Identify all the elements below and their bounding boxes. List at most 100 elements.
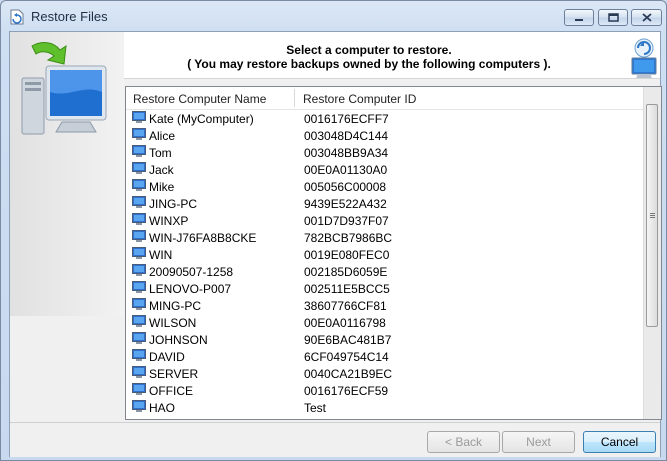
cancel-button[interactable]: Cancel <box>583 431 656 453</box>
computer-name: DAVID <box>149 350 185 364</box>
list-item[interactable]: Tom 003048BB9A34 <box>126 144 645 161</box>
column-header-name[interactable]: Restore Computer Name <box>133 92 266 106</box>
computer-icon <box>132 315 146 327</box>
list-item[interactable]: SERVER 0040CA21B9EC <box>126 365 645 382</box>
computer-icon <box>132 264 146 276</box>
computer-icon <box>132 230 146 242</box>
window-title: Restore Files <box>31 9 108 24</box>
computer-id: 003048D4C144 <box>304 129 389 143</box>
computer-name: WIN <box>149 248 173 262</box>
list-item[interactable]: LENOVO-P007 002511E5BCC5 <box>126 280 645 297</box>
computer-name: MING-PC <box>149 299 201 313</box>
list-item[interactable]: Kate (MyComputer) 0016176ECFF7 <box>126 110 645 127</box>
list-item[interactable]: MING-PC 38607766CF81 <box>126 297 645 314</box>
computer-name: Jack <box>149 163 174 177</box>
list-item[interactable]: WIN 0019E080FEC0 <box>126 246 645 263</box>
computer-id: 002511E5BCC5 <box>304 282 390 296</box>
list-item[interactable]: Jack 00E0A01130A0 <box>126 161 645 178</box>
computer-icon <box>132 111 146 123</box>
computer-id: 0019E080FEC0 <box>304 248 390 262</box>
vertical-scrollbar[interactable] <box>643 87 661 419</box>
next-button[interactable]: Next <box>502 431 575 453</box>
computer-id: 782BCB7986BC <box>304 231 393 245</box>
list-header: Restore Computer Name Restore Computer I… <box>126 87 645 110</box>
computer-icon <box>132 400 146 412</box>
minimize-button[interactable] <box>564 9 594 26</box>
computer-icon <box>132 162 146 174</box>
computer-id: 0016176ECF59 <box>304 384 389 398</box>
column-header-id[interactable]: Restore Computer ID <box>303 92 416 106</box>
maximize-button[interactable] <box>598 9 628 26</box>
button-bar: < Back Next Cancel <box>10 422 660 457</box>
close-button[interactable] <box>631 9 662 26</box>
left-banner <box>10 32 124 316</box>
computer-name: Alice <box>149 129 176 143</box>
list-item[interactable]: JING-PC 9439E522A432 <box>126 195 645 212</box>
computer-id: 9439E522A432 <box>304 197 387 211</box>
computer-id: 90E6BAC481B7 <box>304 333 392 347</box>
computer-id: Test <box>304 401 327 415</box>
computer-id: 38607766CF81 <box>304 299 387 313</box>
list-item[interactable]: HAO Test <box>126 399 645 416</box>
computer-id: 005056C00008 <box>304 180 387 194</box>
computer-name: SERVER <box>149 367 199 381</box>
computer-icon <box>132 213 146 225</box>
restore-files-window: Restore Files Select a computer to resto… <box>0 0 667 461</box>
list-rows: Kate (MyComputer) 0016176ECFF7 Alice 003048… <box>126 110 645 416</box>
list-item[interactable]: Alice 003048D4C144 <box>126 127 645 144</box>
list-item[interactable]: WIN-J76FA8B8CKE 782BCB7986BC <box>126 229 645 246</box>
list-item[interactable]: DAVID 6CF049754C14 <box>126 348 645 365</box>
computer-name: Tom <box>149 146 172 160</box>
computer-icon <box>132 247 146 259</box>
computer-icon <box>132 383 146 395</box>
list-item[interactable]: 20090507-1258 002185D6059E <box>126 263 645 280</box>
restore-computer-icon <box>631 38 657 78</box>
computer-name: WINXP <box>149 214 189 228</box>
computer-name: WILSON <box>149 316 197 330</box>
instruction-subtitle: ( You may restore backups owned by the f… <box>187 57 551 71</box>
computer-icon <box>132 332 146 344</box>
list-item[interactable]: WILSON 00E0A0116798 <box>126 314 645 331</box>
computer-id: 003048BB9A34 <box>304 146 389 160</box>
computer-icon <box>132 179 146 191</box>
column-divider[interactable] <box>294 89 295 107</box>
computer-name: WIN-J76FA8B8CKE <box>149 231 257 245</box>
title-bar[interactable]: Restore Files <box>1 1 666 31</box>
list-item[interactable]: WINXP 001D7D937F07 <box>126 212 645 229</box>
computer-id: 002185D6059E <box>304 265 388 279</box>
back-button[interactable]: < Back <box>427 431 500 453</box>
minimize-icon <box>575 18 583 21</box>
computer-id: 0040CA21B9EC <box>304 367 393 381</box>
computer-name: LENOVO-P007 <box>149 282 232 296</box>
computer-id: 00E0A0116798 <box>304 316 386 330</box>
computer-icon <box>132 349 146 361</box>
instruction-title: Select a computer to restore. <box>286 43 452 57</box>
restore-app-icon <box>10 9 24 25</box>
list-item[interactable]: OFFICE 0016176ECF59 <box>126 382 645 399</box>
computer-monitor-icon <box>21 42 107 135</box>
computer-icon <box>132 196 146 208</box>
header-banner: Select a computer to restore. ( You may … <box>124 32 660 79</box>
computer-icon <box>132 298 146 310</box>
computer-name: JOHNSON <box>149 333 208 347</box>
computer-id: 6CF049754C14 <box>304 350 389 364</box>
computer-icon <box>132 281 146 293</box>
dialog-body: Select a computer to restore. ( You may … <box>9 31 662 457</box>
computer-name: Kate (MyComputer) <box>149 112 254 126</box>
computer-icon <box>132 128 146 140</box>
close-icon <box>641 13 652 22</box>
scroll-thumb[interactable] <box>646 104 658 327</box>
computer-name: Mike <box>149 180 175 194</box>
computer-name: JING-PC <box>149 197 197 211</box>
computer-list[interactable]: Restore Computer Name Restore Computer I… <box>125 86 662 420</box>
computer-icon <box>132 145 146 157</box>
computer-name: 20090507-1258 <box>149 265 234 279</box>
computer-name: HAO <box>149 401 176 415</box>
maximize-icon <box>607 13 619 22</box>
computer-icon <box>132 366 146 378</box>
computer-id: 00E0A01130A0 <box>304 163 388 177</box>
list-item[interactable]: Mike 005056C00008 <box>126 178 645 195</box>
list-item[interactable]: JOHNSON 90E6BAC481B7 <box>126 331 645 348</box>
computer-name: OFFICE <box>149 384 193 398</box>
computer-id: 0016176ECFF7 <box>304 112 389 126</box>
